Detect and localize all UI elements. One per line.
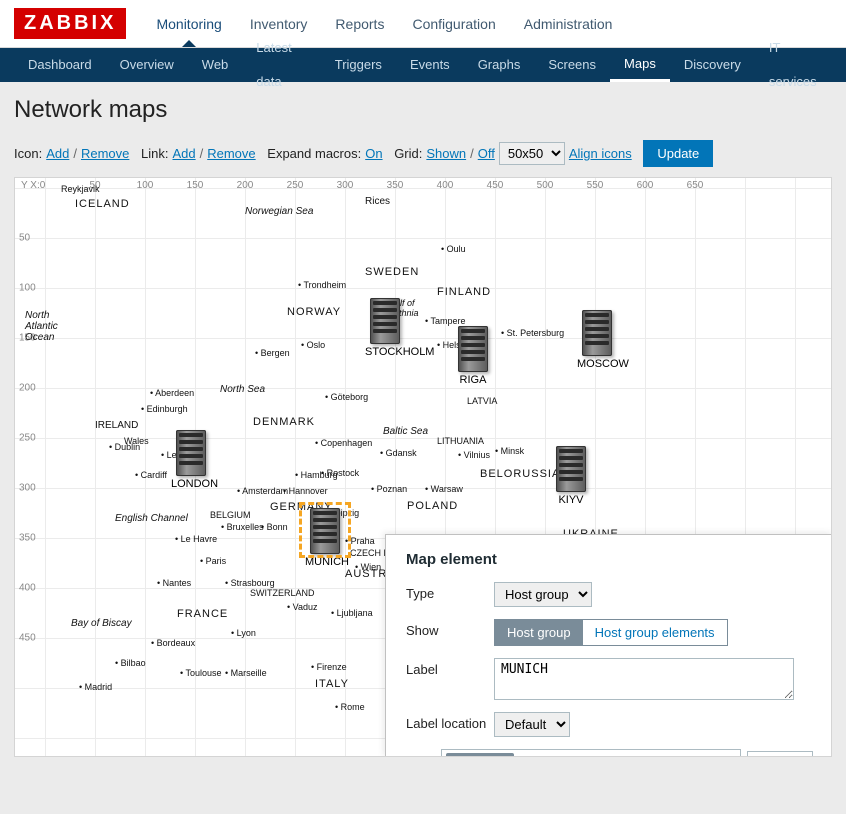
server-icon — [370, 298, 400, 344]
subnav-triggers[interactable]: Triggers — [321, 48, 396, 82]
icon-remove-link[interactable]: Remove — [81, 146, 129, 161]
server-icon — [176, 430, 206, 476]
show-opt-elements[interactable]: Host group elements — [583, 620, 727, 645]
subnav-discovery[interactable]: Discovery — [670, 48, 755, 82]
label-label: Label — [406, 658, 494, 677]
hostgroup-select-button[interactable]: Select — [747, 751, 813, 758]
label-belgium: BELGIUM — [210, 510, 251, 520]
menu-reports[interactable]: Reports — [321, 2, 398, 46]
align-icons-link[interactable]: Align icons — [569, 146, 632, 161]
show-opt-hostgroup[interactable]: Host group — [495, 620, 583, 645]
node-label: STOCKHOLM — [365, 346, 405, 358]
show-segment: Host group Host group elements — [494, 619, 728, 646]
map-node-stockholm[interactable]: STOCKHOLM — [365, 298, 405, 358]
subnav-maps[interactable]: Maps — [610, 48, 670, 82]
menu-inventory[interactable]: Inventory — [236, 2, 322, 46]
expand-macros-label: Expand macros: — [267, 146, 361, 161]
label-poland: POLAND — [407, 500, 458, 512]
subnav-dashboard[interactable]: Dashboard — [14, 48, 106, 82]
server-icon — [458, 326, 488, 372]
server-icon — [582, 310, 612, 356]
subnav-events[interactable]: Events — [396, 48, 464, 82]
label-france: FRANCE — [177, 608, 228, 620]
node-label: KIYV — [551, 494, 591, 506]
subnav-web[interactable]: Web — [188, 48, 243, 82]
map-links — [15, 178, 315, 328]
label-ireland: IRELAND — [95, 420, 138, 431]
link-label: Link: — [141, 146, 168, 161]
node-label: MUNICH — [305, 556, 345, 568]
label-north-sea: North Sea — [220, 384, 265, 395]
label-latvia: LATVIA — [467, 396, 497, 406]
hostgroup-chip[interactable]: Clouds ✕ — [446, 753, 514, 757]
grid-size-select[interactable]: 50x50 — [499, 142, 565, 165]
subnav-graphs[interactable]: Graphs — [464, 48, 535, 82]
label-belorussia: BELORUSSIA — [480, 468, 560, 480]
update-button[interactable]: Update — [643, 140, 713, 167]
label-switzerland: SWITZERLAND — [250, 588, 315, 598]
icon-add-link[interactable]: Add — [46, 146, 69, 161]
logo[interactable]: ZABBIX — [14, 8, 126, 39]
label-english-channel: English Channel — [115, 513, 188, 524]
map-node-moscow[interactable]: MOSCOW — [577, 310, 617, 370]
map-node-london[interactable]: LONDON — [171, 430, 211, 490]
server-icon — [310, 508, 340, 554]
subnav-screens[interactable]: Screens — [534, 48, 610, 82]
node-label: LONDON — [171, 478, 211, 490]
expand-macros-toggle[interactable]: On — [365, 146, 382, 161]
menu-administration[interactable]: Administration — [510, 2, 627, 46]
topnav: ZABBIX Monitoring Inventory Reports Conf… — [0, 0, 846, 48]
node-label: MOSCOW — [577, 358, 617, 370]
label-baltic-sea: Baltic Sea — [383, 426, 428, 437]
grid-shown-link[interactable]: Shown — [426, 146, 466, 161]
mainmenu: Monitoring Inventory Reports Configurati… — [142, 2, 626, 46]
element-panel: Map element Type Host group Show Host gr… — [385, 534, 832, 757]
label-finland: FINLAND — [437, 286, 491, 298]
link-remove-link[interactable]: Remove — [207, 146, 255, 161]
label-bay-biscay: Bay of Biscay — [71, 618, 132, 629]
menu-monitoring[interactable]: Monitoring — [142, 2, 235, 46]
label-italy: ITALY — [315, 678, 349, 690]
labelloc-label: Label location — [406, 712, 494, 731]
map-node-munich[interactable]: MUNICH — [305, 508, 345, 568]
subnav: Dashboard Overview Web Latest data Trigg… — [0, 48, 846, 82]
map-canvas[interactable]: Y X:0 5010015020025030035040045050055060… — [14, 177, 832, 757]
menu-configuration[interactable]: Configuration — [398, 2, 509, 46]
hostgroup-input[interactable]: Clouds ✕ — [441, 749, 741, 757]
panel-title: Map element — [406, 551, 813, 568]
type-label: Type — [406, 582, 494, 601]
subnav-overview[interactable]: Overview — [106, 48, 188, 82]
label-sweden: SWEDEN — [365, 266, 419, 278]
link-add-link[interactable]: Add — [172, 146, 195, 161]
server-icon — [556, 446, 586, 492]
label-rices: Rices — [365, 196, 390, 207]
page-title: Network maps — [14, 96, 832, 124]
map-node-riga[interactable]: RIGA — [453, 326, 493, 386]
toolbar: Icon: Add / Remove Link: Add / Remove Ex… — [14, 140, 832, 167]
show-label: Show — [406, 619, 494, 638]
map-node-kiyv[interactable]: KIYV — [551, 446, 591, 506]
icon-label: Icon: — [14, 146, 42, 161]
hostgroup-label: Host group — [406, 749, 441, 757]
label-textarea[interactable]: MUNICH — [494, 658, 794, 700]
page-body: Network maps Icon: Add / Remove Link: Ad… — [0, 82, 846, 771]
node-label: RIGA — [453, 374, 493, 386]
type-select[interactable]: Host group — [494, 582, 592, 607]
labelloc-select[interactable]: Default — [494, 712, 570, 737]
grid-off-link[interactable]: Off — [478, 146, 495, 161]
label-denmark: DENMARK — [253, 416, 315, 428]
subnav-it-services[interactable]: IT services — [755, 31, 832, 99]
chip-remove-icon[interactable]: ✕ — [496, 756, 506, 757]
grid-label: Grid: — [394, 146, 422, 161]
label-lithuania: LITHUANIA — [437, 436, 484, 446]
